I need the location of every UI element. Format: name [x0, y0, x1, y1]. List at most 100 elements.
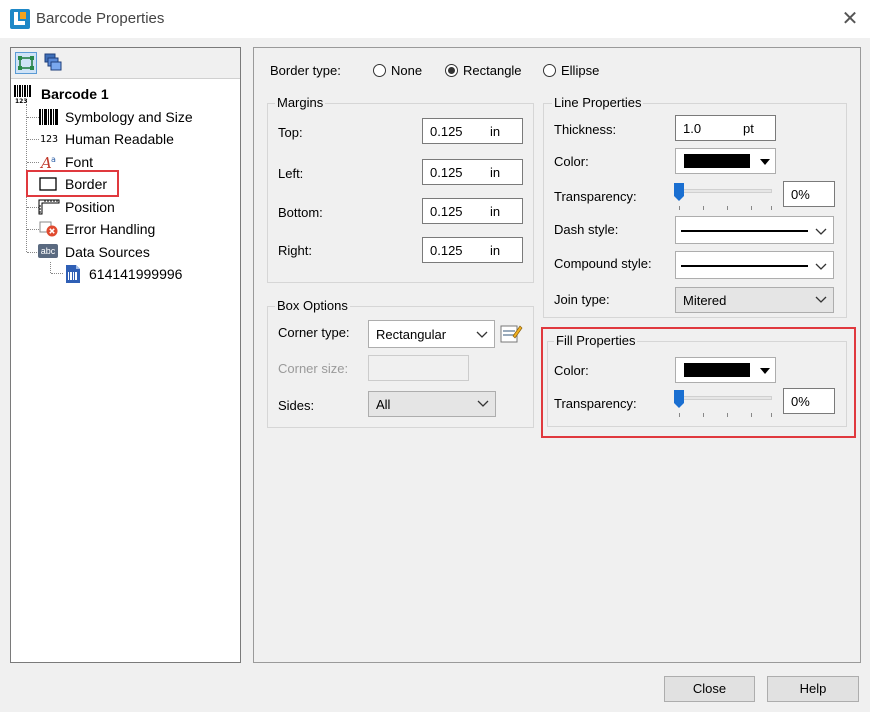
- slider-tick: [771, 206, 772, 210]
- radio-border-none[interactable]: [373, 64, 386, 77]
- chevron-down-icon: [476, 331, 488, 338]
- digits-icon: 123: [39, 133, 59, 145]
- barcode-icon: [38, 109, 60, 125]
- fill-transparency-thumb[interactable]: [674, 390, 684, 408]
- slider-tick: [679, 413, 680, 417]
- tree-item-font[interactable]: Font: [65, 154, 93, 170]
- margins-group-title: Margins: [275, 95, 326, 110]
- margin-right-unit: in: [490, 243, 501, 258]
- margin-top-input[interactable]: 0.125 in: [422, 118, 523, 144]
- close-button[interactable]: Close: [664, 676, 755, 702]
- slider-tick: [727, 413, 728, 417]
- join-type-select[interactable]: Mitered: [675, 287, 834, 313]
- slider-tick: [727, 206, 728, 210]
- app-icon: [10, 9, 30, 29]
- dash-style-select[interactable]: [675, 216, 834, 244]
- tree-item-symbology[interactable]: Symbology and Size: [65, 109, 193, 125]
- font-icon: Aa: [38, 154, 60, 170]
- radio-border-ellipse-label[interactable]: Ellipse: [561, 63, 599, 78]
- margin-right-input[interactable]: 0.125 in: [422, 237, 523, 263]
- tree-item-human-readable[interactable]: Human Readable: [65, 131, 174, 147]
- margin-bottom-label: Bottom:: [278, 205, 323, 220]
- thickness-input[interactable]: 1.0 pt: [675, 115, 776, 141]
- svg-text:a: a: [51, 155, 56, 164]
- slider-tick: [771, 413, 772, 417]
- chevron-down-icon: [815, 263, 827, 270]
- chevron-down-icon: [477, 400, 489, 407]
- close-window-icon[interactable]: ✕: [837, 6, 863, 32]
- margin-left-unit: in: [490, 165, 501, 180]
- radio-border-rectangle[interactable]: [445, 64, 458, 77]
- margin-bottom-unit: in: [490, 204, 501, 219]
- line-transparency-thumb[interactable]: [674, 183, 684, 201]
- fill-properties-group-title: Fill Properties: [554, 333, 638, 348]
- margin-left-value: 0.125: [430, 165, 463, 180]
- tree-item-position[interactable]: Position: [65, 199, 115, 215]
- chevron-down-icon: [815, 296, 827, 303]
- tree-item-border[interactable]: Border: [65, 176, 107, 192]
- border-icon: [37, 176, 59, 192]
- corner-size-input[interactable]: [368, 355, 469, 381]
- compound-style-select[interactable]: [675, 251, 834, 279]
- tree-connector: [50, 262, 51, 273]
- dropdown-arrow-icon: [760, 159, 770, 165]
- border-type-label: Border type:: [270, 63, 341, 78]
- line-transparency-label: Transparency:: [554, 189, 637, 204]
- corner-type-select[interactable]: Rectangular: [368, 320, 495, 348]
- tree-root-barcode[interactable]: Barcode 1: [41, 86, 109, 102]
- box-options-group-title: Box Options: [275, 298, 350, 313]
- chevron-down-icon: [815, 228, 827, 235]
- slider-tick: [679, 206, 680, 210]
- dash-style-label: Dash style:: [554, 222, 619, 237]
- thickness-unit: pt: [743, 121, 754, 136]
- fill-transparency-input[interactable]: 0%: [783, 388, 835, 414]
- compound-style-label: Compound style:: [554, 256, 652, 271]
- slider-tick: [751, 413, 752, 417]
- slider-tick: [703, 413, 704, 417]
- fill-transparency-value: 0%: [791, 394, 810, 409]
- solid-line-preview: [681, 230, 808, 232]
- line-color-label: Color:: [554, 154, 589, 169]
- join-type-value: Mitered: [683, 293, 727, 308]
- tree-item-error-handling[interactable]: Error Handling: [65, 221, 155, 237]
- fill-transparency-slider[interactable]: [676, 396, 772, 400]
- fill-transparency-label: Transparency:: [554, 396, 637, 411]
- line-color-picker[interactable]: [675, 148, 776, 174]
- edit-corner-icon[interactable]: [499, 322, 523, 346]
- barcode-root-icon: 123: [12, 84, 34, 104]
- line-transparency-input[interactable]: 0%: [783, 181, 835, 207]
- sides-value: All: [376, 397, 391, 412]
- margin-right-label: Right:: [278, 243, 312, 258]
- tree-item-data-sources[interactable]: Data Sources: [65, 244, 150, 260]
- single-view-icon[interactable]: [15, 52, 37, 74]
- line-properties-group-title: Line Properties: [552, 95, 644, 110]
- corner-type-value: Rectangular: [376, 327, 447, 342]
- fill-color-swatch: [684, 363, 750, 377]
- margin-top-unit: in: [490, 124, 501, 139]
- line-transparency-slider[interactable]: [676, 189, 772, 193]
- corner-type-label: Corner type:: [278, 325, 350, 340]
- solid-line-preview: [681, 265, 808, 267]
- sides-select[interactable]: All: [368, 391, 496, 417]
- slider-tick: [751, 206, 752, 210]
- data-file-icon: [62, 264, 84, 284]
- join-type-label: Join type:: [554, 292, 610, 307]
- line-color-swatch: [684, 154, 750, 168]
- window-title: Barcode Properties: [36, 10, 165, 27]
- radio-border-ellipse[interactable]: [543, 64, 556, 77]
- help-button[interactable]: Help: [767, 676, 859, 702]
- fill-color-picker[interactable]: [675, 357, 776, 383]
- ruler-icon: [38, 199, 60, 215]
- margin-bottom-value: 0.125: [430, 204, 463, 219]
- sides-label: Sides:: [278, 398, 315, 413]
- multi-view-icon[interactable]: [43, 52, 65, 74]
- tree-item-data-source-value[interactable]: 614141999996: [89, 266, 182, 282]
- corner-size-label: Corner size:: [278, 361, 349, 376]
- radio-border-rectangle-label[interactable]: Rectangle: [463, 63, 522, 78]
- margin-top-label: Top:: [278, 125, 303, 140]
- margin-left-label: Left:: [278, 166, 304, 181]
- radio-border-none-label[interactable]: None: [391, 63, 422, 78]
- slider-tick: [703, 206, 704, 210]
- margin-bottom-input[interactable]: 0.125 in: [422, 198, 523, 224]
- margin-left-input[interactable]: 0.125 in: [422, 159, 523, 185]
